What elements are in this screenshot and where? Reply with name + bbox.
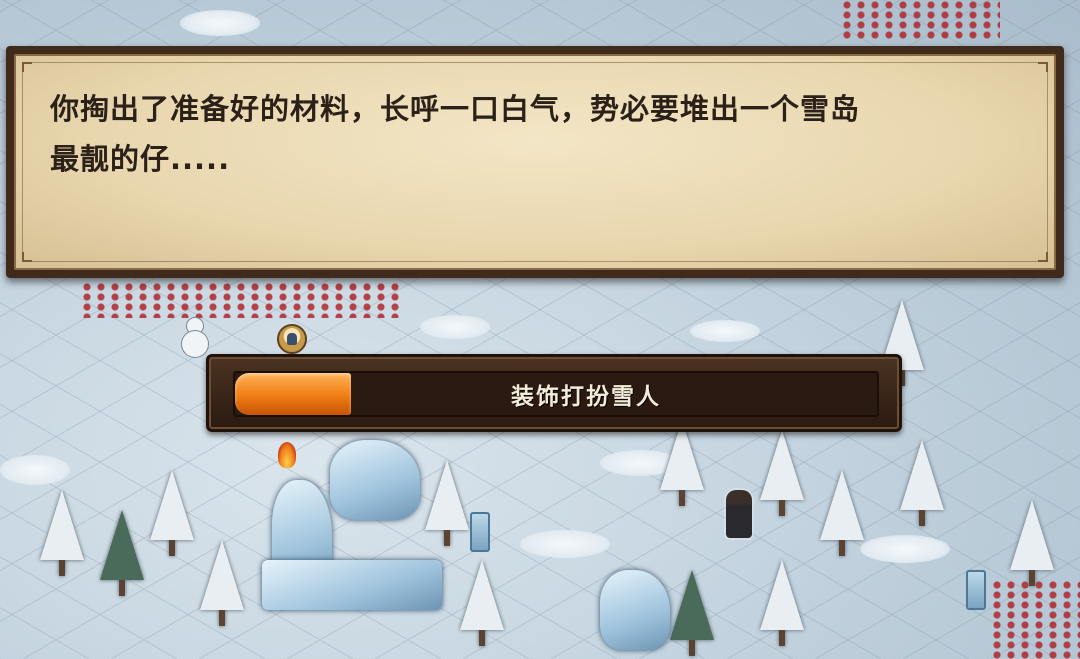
snowy-pine-tree (900, 440, 944, 526)
snowy-pine-tree (200, 540, 244, 626)
player-character[interactable] (726, 490, 752, 538)
dialog-parchment: 你掏出了准备好的材料，长呼一口白气，势必要堆出一个雪岛 最靓的仔..... (14, 54, 1056, 270)
red-leaves-decoration (840, 0, 1000, 40)
snowy-pine-tree (460, 560, 504, 646)
snowy-pine-tree (820, 470, 864, 556)
corner-ornament (1038, 62, 1048, 72)
progress-track: 装饰打扮雪人 (233, 371, 879, 417)
ice-sculpture (600, 570, 670, 650)
red-leaves-decoration (990, 580, 1080, 659)
snow-patch (420, 315, 490, 339)
dialog-line-1: 你掏出了准备好的材料，长呼一口白气，势必要堆出一个雪岛 (50, 92, 861, 126)
snow-patch (520, 530, 610, 558)
snowy-pine-tree (40, 490, 84, 576)
corner-ornament (1038, 252, 1048, 262)
snow-patch (0, 455, 70, 485)
snowy-pine-tree (760, 430, 804, 516)
campfire (278, 442, 296, 468)
snowy-pine-tree (670, 570, 714, 656)
action-progress-bar: 装饰打扮雪人 (206, 354, 902, 432)
dialog-line-2: 最靓的仔..... (50, 142, 231, 176)
dialog-text: 你掏出了准备好的材料，长呼一口白气，势必要堆出一个雪岛 最靓的仔..... (50, 84, 1020, 184)
ice-lantern (966, 570, 986, 610)
ice-statue-pedestal (262, 560, 442, 610)
ice-lantern (470, 512, 490, 552)
corner-ornament (22, 252, 32, 262)
corner-ornament (22, 62, 32, 72)
progress-label: 装饰打扮雪人 (511, 384, 661, 410)
snowman (180, 318, 210, 358)
snowy-pine-tree (100, 510, 144, 596)
snow-patch (180, 10, 260, 36)
snowy-pine-tree (150, 470, 194, 556)
dialog-box[interactable]: 你掏出了准备好的材料，长呼一口白气，势必要堆出一个雪岛 最靓的仔..... (6, 46, 1064, 278)
ice-bear-statue (330, 440, 420, 520)
snow-patch (690, 320, 760, 342)
snow-patch (860, 535, 950, 563)
snowy-pine-tree (425, 460, 469, 546)
character-portrait-icon (277, 324, 307, 354)
snowy-pine-tree (760, 560, 804, 646)
snowy-pine-tree (1010, 500, 1054, 586)
red-leaves-decoration (80, 282, 400, 318)
